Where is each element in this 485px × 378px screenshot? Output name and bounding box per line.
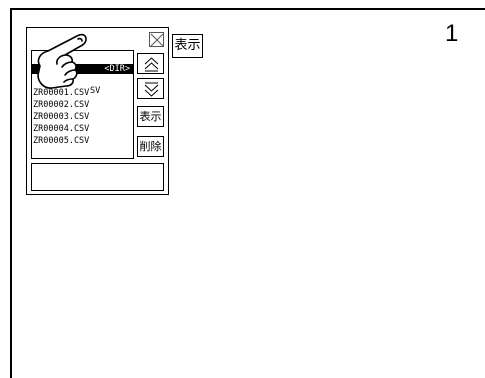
list-item[interactable]: ZR00004.CSV [32,124,133,134]
display-button[interactable]: 表示 [137,106,164,127]
frame-top-border [10,8,485,10]
scroll-up-button[interactable] [137,53,164,74]
list-item[interactable]: ZR00003.CSV [32,112,133,122]
frame-left-border [10,8,12,378]
pointing-hand-icon [37,33,87,89]
delete-button[interactable]: 削除 [137,136,164,157]
status-field [31,163,164,191]
close-button[interactable] [149,32,164,47]
display-switch-button[interactable]: 表示 [172,34,203,58]
step-number: 1 [445,20,459,47]
dir-label: <DIR> [104,64,130,74]
double-up-arrow-icon [144,57,159,72]
scroll-down-button[interactable] [137,78,164,99]
list-item[interactable]: ZR00002.CSV [32,100,133,110]
double-down-arrow-icon [144,82,159,97]
close-icon [150,33,164,47]
list-item[interactable]: ZR00005.CSV [32,136,133,146]
